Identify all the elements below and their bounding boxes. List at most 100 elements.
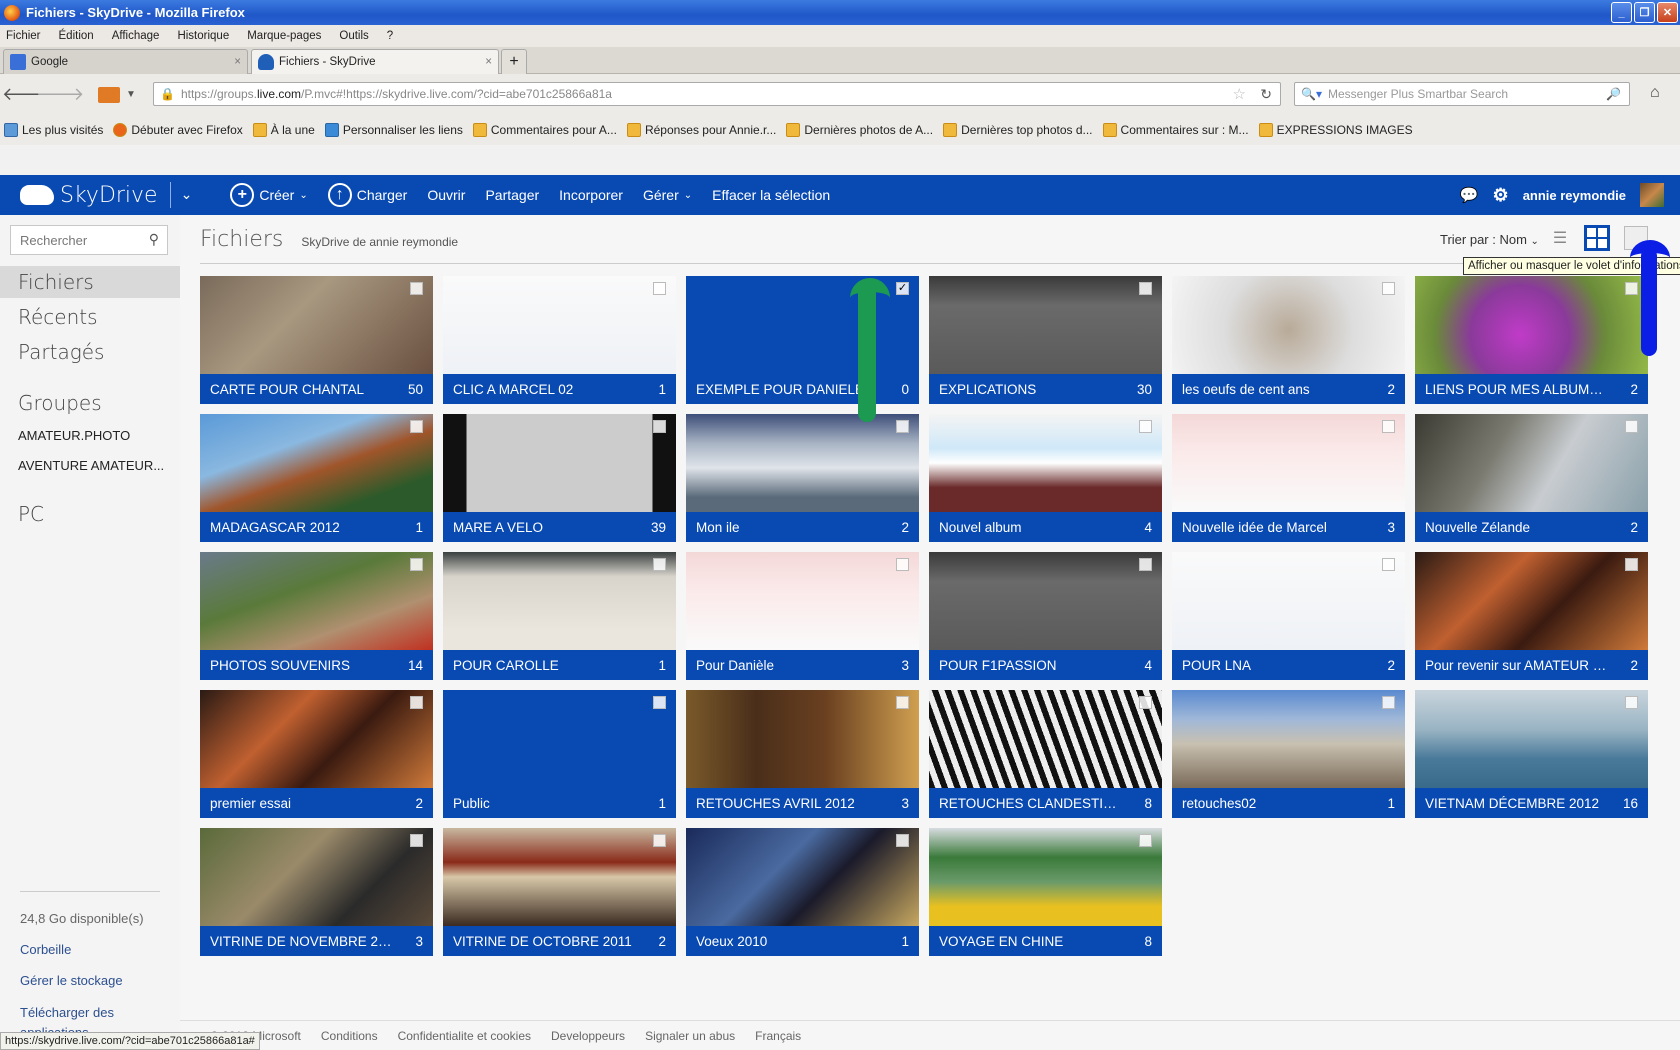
select-checkbox[interactable] (1382, 420, 1395, 433)
forward-button[interactable]: 🡒 (36, 84, 84, 105)
sidebar-item-recents[interactable]: Récents (0, 301, 180, 333)
folder-tile[interactable]: Pour revenir sur AMATEUR P... 2 (1415, 552, 1648, 680)
select-checkbox[interactable] (1625, 420, 1638, 433)
bookmark-item[interactable]: Les plus visités (4, 123, 103, 137)
folder-tile[interactable]: VOYAGE EN CHINE 8 (929, 828, 1162, 956)
select-checkbox[interactable] (410, 282, 423, 295)
bookmark-item[interactable]: Dernières top photos d... (943, 123, 1093, 137)
manage-button[interactable]: Gérer ⌄ (643, 187, 692, 203)
folder-tile[interactable]: MADAGASCAR 2012 1 (200, 414, 433, 542)
folder-tile[interactable]: CARTE POUR CHANTAL 50 (200, 276, 433, 404)
tab-skydrive[interactable]: Fichiers - SkyDrive × (251, 49, 499, 74)
sort-dropdown[interactable]: Trier par : Nom ⌄ (1440, 232, 1539, 247)
folder-tile[interactable]: Mon ile 2 (686, 414, 919, 542)
select-checkbox[interactable] (410, 420, 423, 433)
chevron-down-icon[interactable]: ⌄ (181, 187, 193, 203)
open-button[interactable]: Ouvrir (427, 187, 465, 203)
url-bar[interactable]: 🔒 https://groups. live.com/P.mvc#!https:/… (153, 82, 1281, 106)
recycle-bin-link[interactable]: Corbeille (20, 942, 71, 957)
footer-link-report-abuse[interactable]: Signaler un abus (645, 1029, 735, 1043)
menu-fichier[interactable]: Fichier (6, 30, 41, 42)
select-checkbox[interactable] (653, 282, 666, 295)
folder-tile[interactable]: RETOUCHES CLANDESTINES 8 (929, 690, 1162, 818)
folder-tile[interactable]: les oeufs de cent ans 2 (1172, 276, 1405, 404)
close-tab-icon[interactable]: × (485, 56, 492, 68)
menu-outils[interactable]: Outils (339, 30, 368, 42)
select-checkbox[interactable] (1382, 282, 1395, 295)
folder-tile[interactable]: PHOTOS SOUVENIRS 14 (200, 552, 433, 680)
select-checkbox[interactable] (410, 834, 423, 847)
folder-tile[interactable]: VITRINE DE NOVEMBRE 2011 3 (200, 828, 433, 956)
back-button[interactable]: 🡐 (2, 84, 50, 105)
gear-icon[interactable]: ⚙ (1493, 185, 1509, 206)
sidebar-group-item[interactable]: AVENTURE AMATEUR... (18, 458, 164, 473)
embed-button[interactable]: Incorporer (559, 187, 623, 203)
close-button[interactable]: ✕ (1657, 2, 1678, 23)
create-button[interactable]: + Créer ⌄ (230, 183, 308, 207)
list-view-icon[interactable]: ☰ (1550, 228, 1570, 248)
search-bar[interactable]: 🔍▾ Messenger Plus Smartbar Search 🔎 (1294, 82, 1630, 106)
folder-tile[interactable]: Public 1 (443, 690, 676, 818)
new-tab-button[interactable]: + (501, 49, 527, 74)
manage-storage-link[interactable]: Gérer le stockage (20, 973, 123, 988)
clear-selection-button[interactable]: Effacer la sélection (712, 187, 830, 203)
menu-marque-pages[interactable]: Marque-pages (247, 30, 321, 42)
folder-tile[interactable]: retouches02 1 (1172, 690, 1405, 818)
folder-tile[interactable]: Pour Danièle 3 (686, 552, 919, 680)
bookmark-item[interactable]: À la une (252, 123, 315, 137)
folder-tile[interactable]: POUR F1PASSION 4 (929, 552, 1162, 680)
skydrive-logo[interactable]: SkyDrive ⌄ (20, 182, 192, 208)
thumbnail-view-icon[interactable] (1584, 225, 1610, 251)
reload-icon[interactable]: ↻ (1260, 86, 1272, 103)
select-checkbox[interactable] (896, 696, 909, 709)
toolbox-icon[interactable] (98, 86, 120, 103)
menu-help[interactable]: ? (387, 30, 393, 42)
bookmark-item[interactable]: Réponses pour Annie.r... (626, 123, 776, 137)
folder-tile[interactable]: Nouvelle idée de Marcel 3 (1172, 414, 1405, 542)
sidebar-group-item[interactable]: AMATEUR.PHOTO (18, 428, 130, 443)
sidebar-item-fichiers[interactable]: Fichiers (0, 266, 180, 298)
search-icon[interactable]: 🔎 (1606, 87, 1621, 101)
sidebar-groups-heading[interactable]: Groupes (0, 387, 180, 419)
restore-button[interactable]: ❐ (1634, 2, 1655, 23)
folder-tile[interactable]: Voeux 2010 1 (686, 828, 919, 956)
folder-tile[interactable]: VITRINE DE OCTOBRE 2011 2 (443, 828, 676, 956)
select-checkbox[interactable] (1625, 282, 1638, 295)
minimize-button[interactable]: _ (1611, 2, 1632, 23)
bookmark-item[interactable]: Dernières photos de A... (786, 123, 933, 137)
select-checkbox[interactable]: ✓ (896, 282, 909, 295)
folder-tile[interactable]: LIENS POUR MES ALBUMS S... 2 (1415, 276, 1648, 404)
folder-tile[interactable]: EXPLICATIONS 30 (929, 276, 1162, 404)
select-checkbox[interactable] (1382, 558, 1395, 571)
menu-edition[interactable]: Édition (59, 30, 94, 42)
messenger-icon[interactable]: 💬 (1460, 186, 1479, 204)
select-checkbox[interactable] (896, 834, 909, 847)
folder-tile[interactable]: Nouvelle Zélande 2 (1415, 414, 1648, 542)
close-tab-icon[interactable]: × (234, 56, 241, 68)
search-icon[interactable]: ⚲ (149, 231, 159, 248)
footer-link-terms[interactable]: Conditions (321, 1029, 378, 1043)
select-checkbox[interactable] (1625, 696, 1638, 709)
select-checkbox[interactable] (1139, 420, 1152, 433)
select-checkbox[interactable] (896, 558, 909, 571)
menu-affichage[interactable]: Affichage (112, 30, 160, 42)
select-checkbox[interactable] (653, 558, 666, 571)
select-checkbox[interactable] (1139, 696, 1152, 709)
select-checkbox[interactable] (1139, 558, 1152, 571)
sidebar-item-partages[interactable]: Partagés (0, 336, 180, 368)
share-button[interactable]: Partager (485, 187, 539, 203)
tab-google[interactable]: Google × (3, 49, 248, 74)
select-checkbox[interactable] (896, 420, 909, 433)
select-checkbox[interactable] (653, 420, 666, 433)
folder-tile[interactable]: CLIC A MARCEL 02 1 (443, 276, 676, 404)
search-engine-icon[interactable]: 🔍▾ (1301, 87, 1322, 101)
bookmark-item[interactable]: Personnaliser les liens (324, 123, 463, 137)
footer-link-privacy[interactable]: Confidentialite et cookies (398, 1029, 531, 1043)
bookmark-item[interactable]: Débuter avec Firefox (113, 123, 243, 137)
upload-button[interactable]: ↑ Charger (327, 183, 407, 207)
avatar[interactable] (1640, 183, 1664, 207)
home-icon[interactable]: ⌂ (1650, 84, 1660, 102)
user-name[interactable]: annie reymondie (1523, 188, 1626, 203)
select-checkbox[interactable] (410, 558, 423, 571)
folder-tile[interactable]: Nouvel album 4 (929, 414, 1162, 542)
